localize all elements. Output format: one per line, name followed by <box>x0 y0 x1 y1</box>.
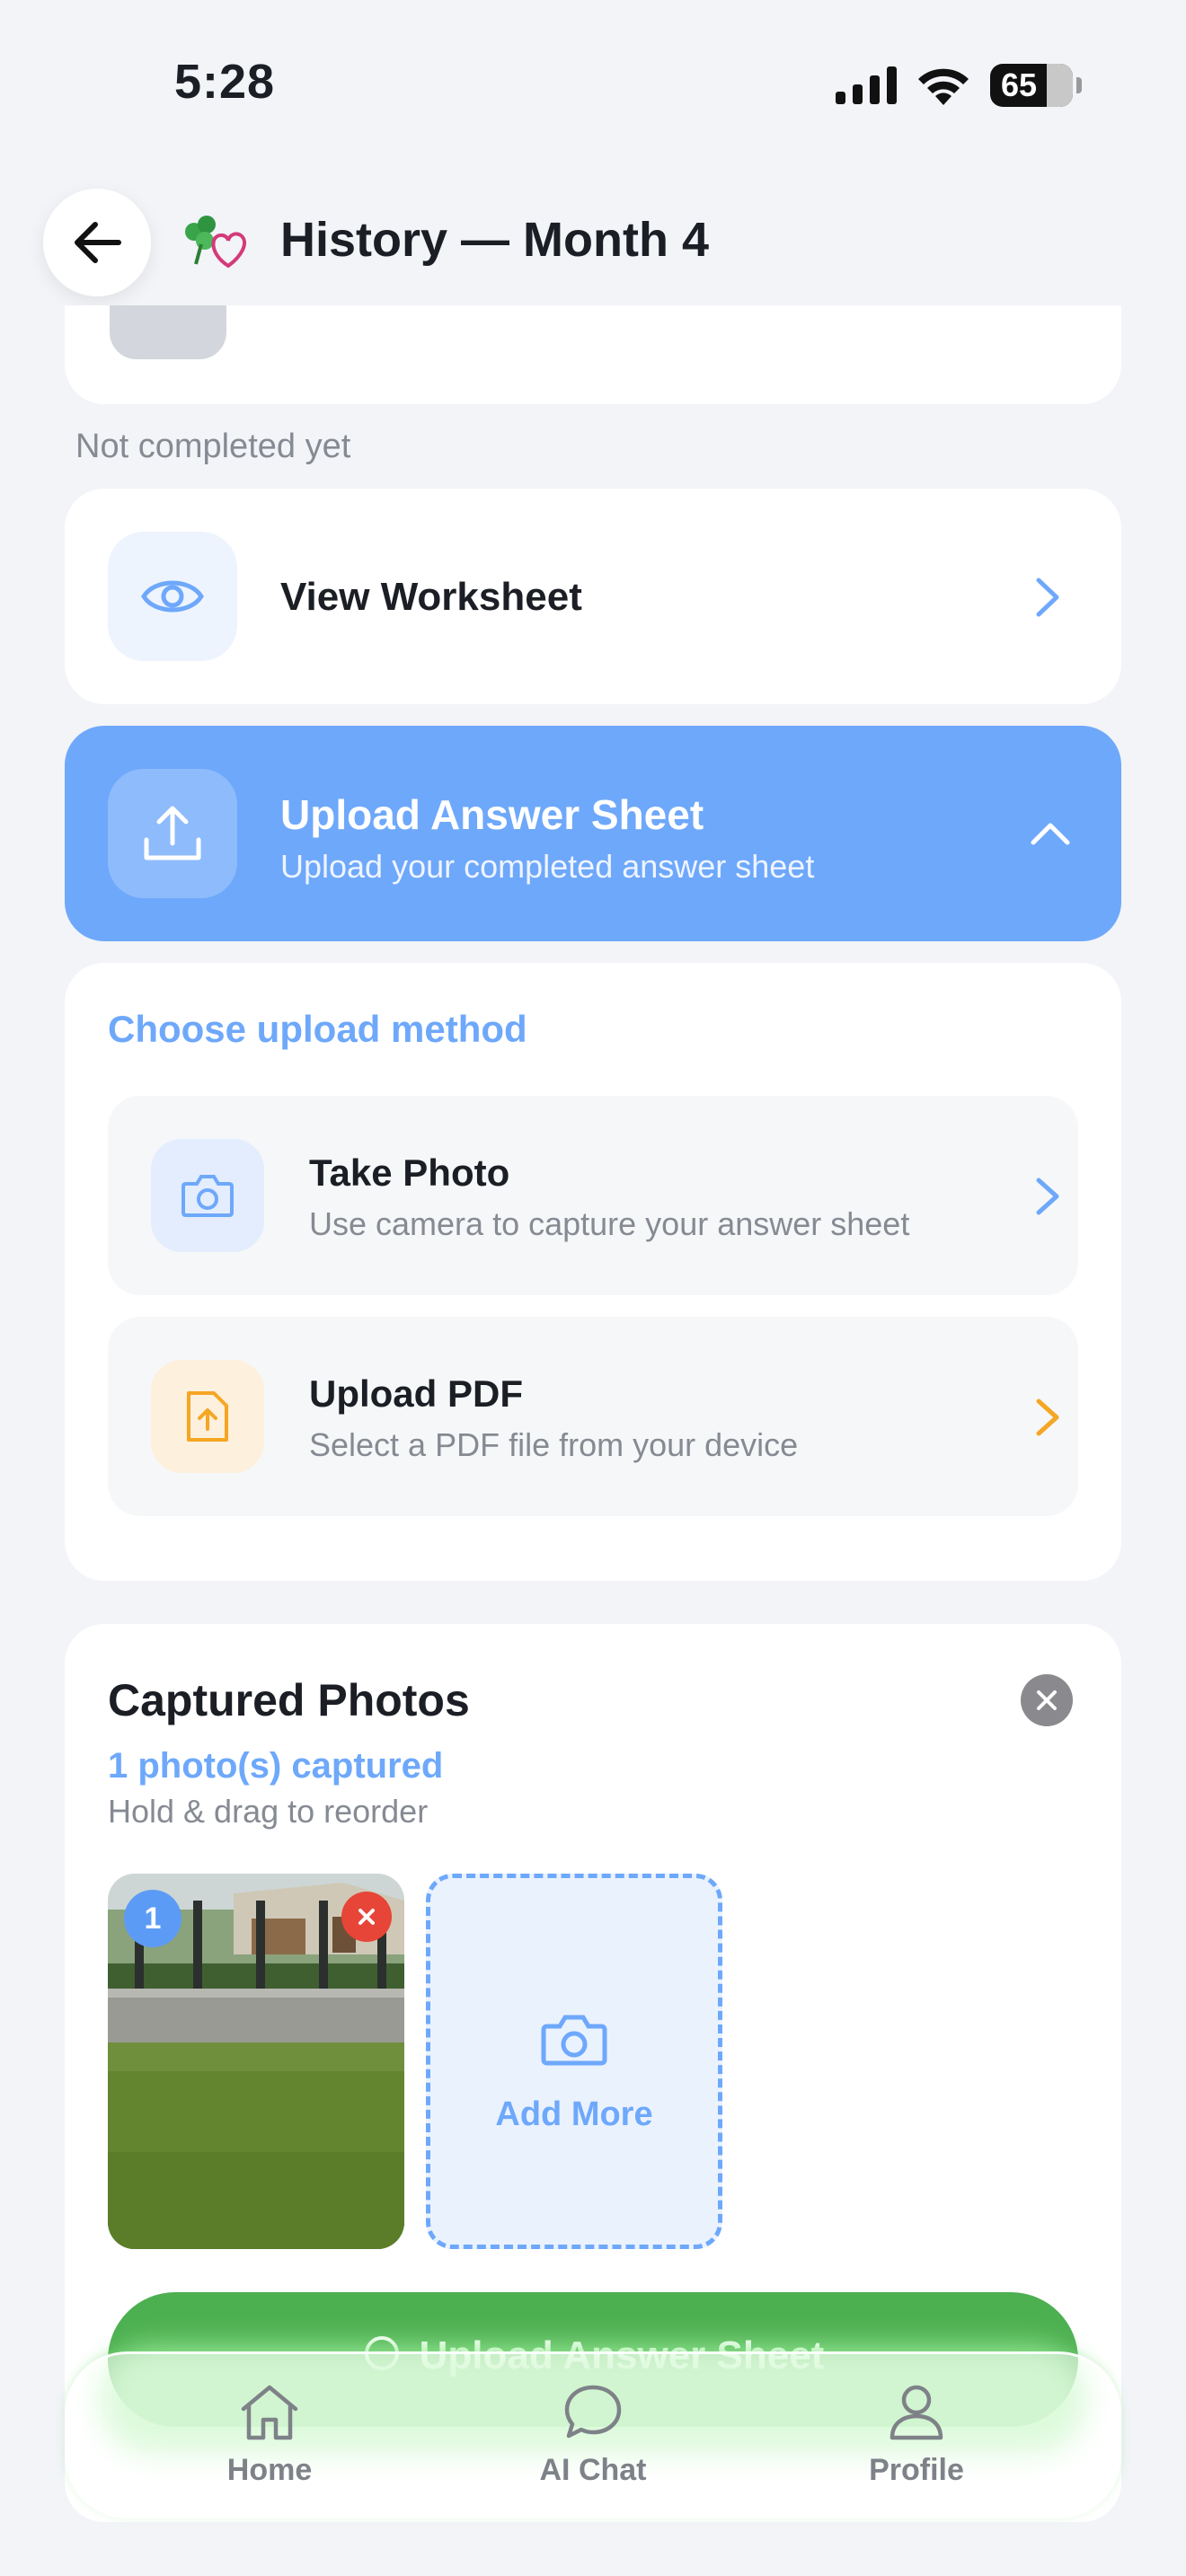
upload-icon <box>144 806 201 860</box>
person-icon <box>890 2385 943 2440</box>
upload-answer-sheet-subtitle: Upload your completed answer sheet <box>280 848 815 885</box>
add-more-photos-button[interactable]: Add More <box>426 1874 722 2249</box>
upload-pdf-option[interactable]: Upload PDF Select a PDF file from your d… <box>108 1317 1078 1516</box>
upload-icon-box <box>108 769 237 898</box>
cellular-signal-icon <box>836 66 897 104</box>
close-icon <box>358 1909 375 1925</box>
nav-item-home[interactable]: Home <box>162 2382 377 2488</box>
photo-count: 1 photo(s) captured <box>108 1746 444 1786</box>
nav-home-label: Home <box>226 2453 313 2487</box>
take-photo-subtitle: Use camera to capture your answer sheet <box>309 1205 910 1242</box>
chevron-right-icon <box>1036 1178 1059 1215</box>
upload-answer-sheet-title: Upload Answer Sheet <box>280 791 704 838</box>
take-photo-option[interactable]: Take Photo Use camera to capture your an… <box>108 1096 1078 1295</box>
camera-icon <box>181 1175 234 1217</box>
nav-ai-chat-label: AI Chat <box>539 2453 647 2487</box>
upload-pdf-icon-box <box>151 1360 264 1473</box>
take-photo-icon-box <box>151 1139 264 1252</box>
view-worksheet-label: View Worksheet <box>280 575 582 619</box>
upload-answer-sheet-header[interactable]: Upload Answer Sheet Upload your complete… <box>65 726 1121 941</box>
status-note: Not completed yet <box>75 428 351 465</box>
chevron-right-icon <box>1036 1398 1059 1436</box>
eye-icon <box>141 580 204 613</box>
wifi-icon <box>918 68 969 105</box>
captured-photo-thumbnail[interactable]: 1 <box>108 1874 404 2249</box>
status-icons: 65 <box>836 63 1082 108</box>
chat-bubble-icon <box>564 2385 622 2439</box>
arrow-left-icon <box>75 222 121 263</box>
chevron-right-icon <box>1036 578 1059 617</box>
view-worksheet-icon-box <box>108 532 237 661</box>
battery-level: 65 <box>1001 66 1038 103</box>
nav-item-profile[interactable]: Profile <box>809 2382 1024 2488</box>
back-button[interactable] <box>43 189 151 296</box>
status-time: 5:28 <box>174 55 276 109</box>
take-photo-title: Take Photo <box>309 1151 510 1194</box>
close-icon <box>1037 1690 1057 1710</box>
view-worksheet-button[interactable]: View Worksheet <box>65 489 1121 704</box>
nav-profile-label: Profile <box>869 2453 964 2487</box>
add-more-label: Add More <box>495 2095 653 2133</box>
photo-order-badge: 1 <box>124 1890 181 1947</box>
chevron-up-icon <box>1031 823 1070 845</box>
file-upload-icon <box>187 1391 228 1442</box>
camera-icon <box>541 2015 607 2066</box>
close-captured-photos-button[interactable] <box>1021 1674 1073 1726</box>
nav-item-ai-chat[interactable]: AI Chat <box>485 2382 701 2488</box>
progress-card <box>65 305 1121 404</box>
battery-indicator: 65 <box>990 64 1073 107</box>
home-icon <box>241 2385 298 2440</box>
page-title: History — Month 4 <box>280 213 710 267</box>
upload-pdf-subtitle: Select a PDF file from your device <box>309 1426 799 1463</box>
clover-heart-icon <box>185 216 246 269</box>
upload-method-panel: Choose upload method Take Photo Use came… <box>65 963 1121 1581</box>
upload-method-heading: Choose upload method <box>108 1008 527 1050</box>
progress-pill <box>110 305 226 359</box>
battery-tip <box>1076 77 1082 93</box>
captured-photos-title: Captured Photos <box>108 1675 470 1725</box>
upload-pdf-title: Upload PDF <box>309 1372 523 1415</box>
reorder-hint: Hold & drag to reorder <box>108 1793 429 1830</box>
delete-photo-button[interactable] <box>341 1892 392 1942</box>
